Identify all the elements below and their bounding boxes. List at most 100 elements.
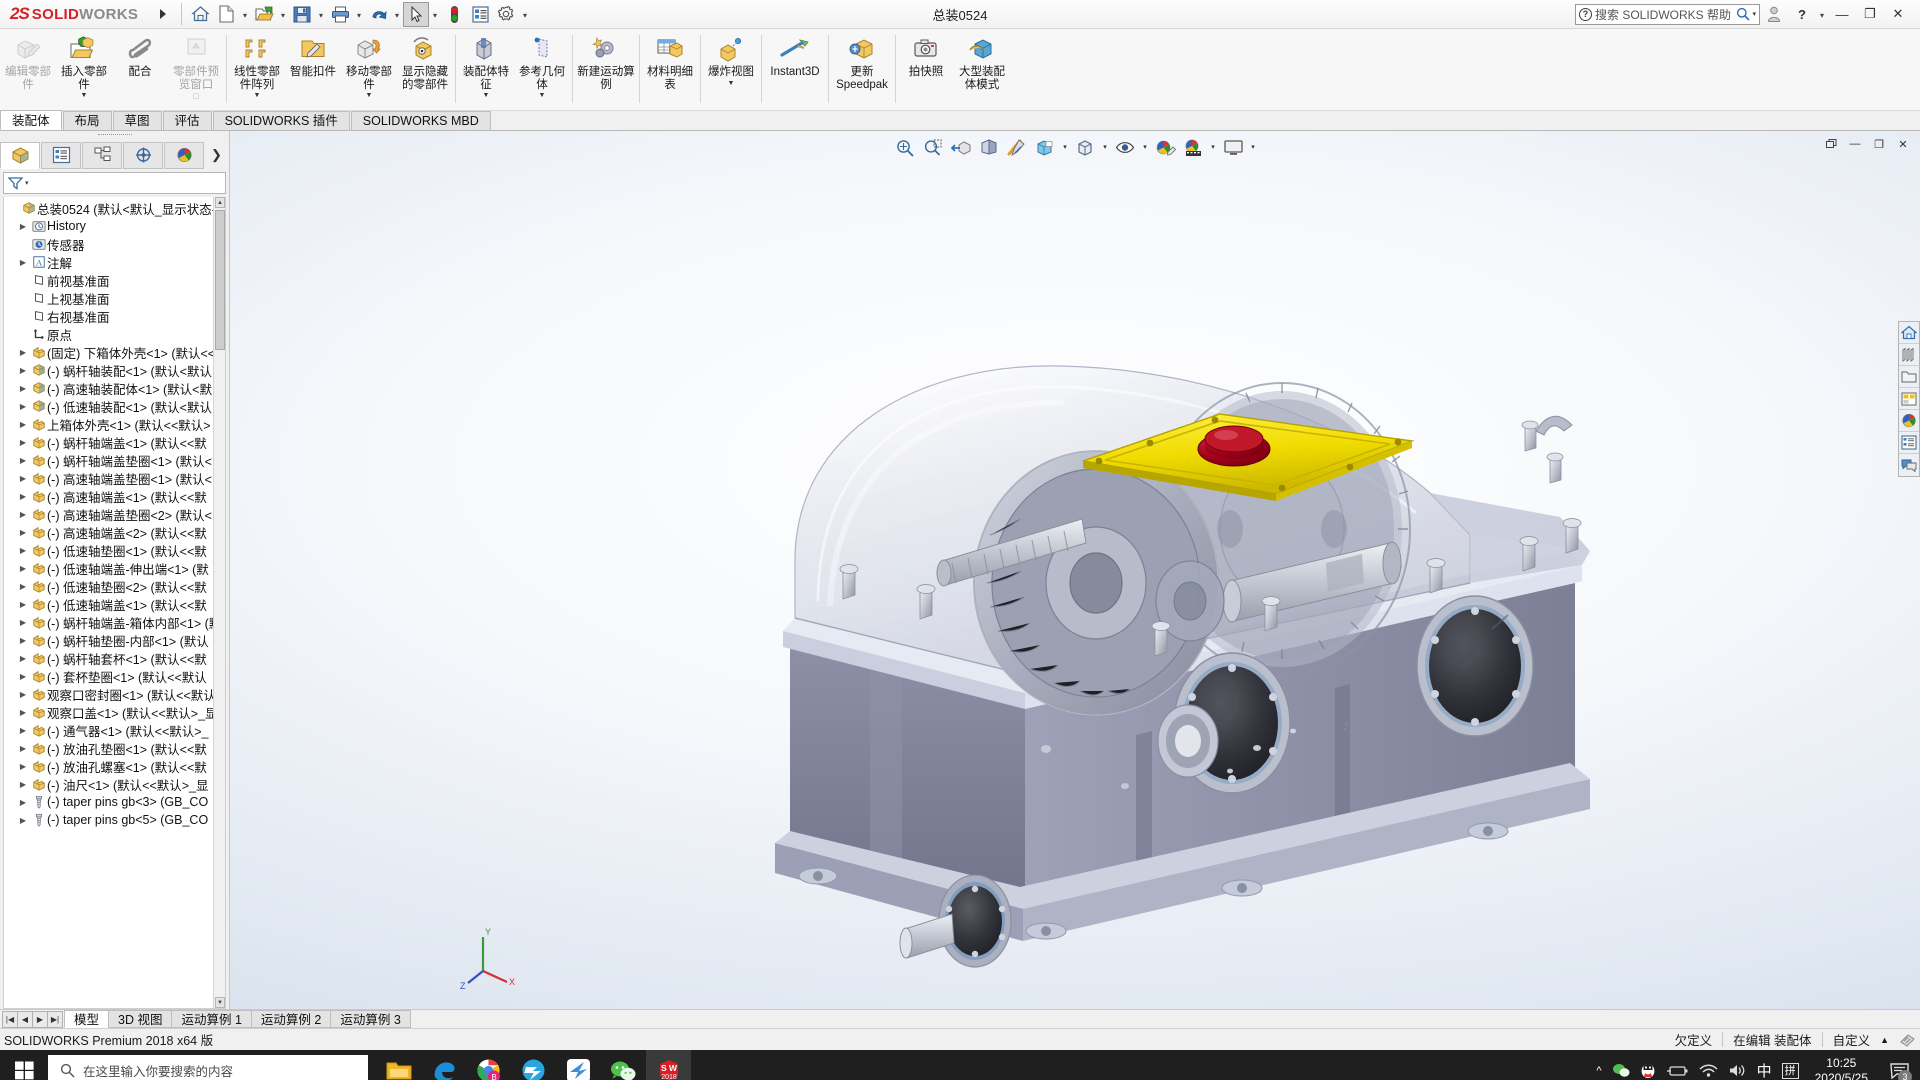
tree-item[interactable]: ▶ (固定) 下箱体外壳<1> (默认<<	[4, 343, 225, 361]
feature-tree[interactable]: 总装0524 (默认<默认_显示状态-1> ▶ History 传感器 ▶ A 注解 前视基准…	[3, 197, 226, 1009]
minimize-button[interactable]: —	[1828, 1, 1856, 27]
chrome-browser-icon[interactable]: B	[466, 1050, 511, 1080]
feature-manager-more-tabs[interactable]: ❯	[205, 147, 222, 163]
doc-minimize-button[interactable]: —	[1844, 134, 1866, 154]
gearbox-assembly-model[interactable]: Y X Z	[230, 131, 1920, 1009]
command-snapshot[interactable]: 拍快照	[898, 29, 954, 109]
tab-evaluate[interactable]: 评估	[162, 111, 212, 130]
ime-pinyin-icon[interactable]: 拼	[1781, 1062, 1799, 1079]
rebuild-icon[interactable]	[441, 2, 467, 27]
graphics-area[interactable]: ▾ ▾ ▾ ▾ ▾ — ❐ ✕ Y X Z	[230, 131, 1920, 1009]
help-icon[interactable]: ?	[1788, 1, 1816, 27]
command-dropdown-caret[interactable]: ▼	[366, 92, 373, 99]
new-document-dropdown[interactable]: ▾	[239, 2, 251, 27]
save-icon[interactable]	[289, 2, 315, 27]
gear-icon[interactable]	[493, 2, 519, 27]
tree-item[interactable]: ▶ 观察口密封圈<1> (默认<<默认	[4, 685, 225, 703]
tree-expand-arrow[interactable]: ▶	[16, 690, 30, 699]
search-dropdown-caret[interactable]: ▾	[1752, 10, 1756, 18]
tree-item[interactable]: ▶ (-) 低速轴垫圈<1> (默认<<默	[4, 541, 225, 559]
tree-expand-arrow[interactable]: ▶	[16, 726, 30, 735]
panel-splitter[interactable]	[0, 131, 229, 140]
select-dropdown[interactable]: ▾	[429, 2, 441, 27]
tree-item[interactable]: 原点	[4, 325, 225, 343]
tree-item[interactable]: ▶ (-) 低速轴垫圈<2> (默认<<默	[4, 577, 225, 595]
view-orientation-icon[interactable]	[1032, 135, 1058, 159]
start-button[interactable]	[0, 1050, 48, 1080]
open-document-dropdown[interactable]: ▾	[277, 2, 289, 27]
home-icon[interactable]	[187, 2, 213, 27]
command-dropdown-caret[interactable]: ▼	[483, 92, 490, 99]
restore-button[interactable]: ❐	[1856, 1, 1884, 27]
wifi-icon[interactable]	[1698, 1063, 1718, 1078]
tree-expand-arrow[interactable]: ▶	[16, 474, 30, 483]
feature-tree-filter[interactable]: ▾	[3, 172, 226, 194]
apply-scene-dropdown[interactable]: ▾	[1208, 143, 1218, 151]
zoom-to-area-icon[interactable]	[920, 135, 946, 159]
tree-expand-arrow[interactable]: ▶	[16, 222, 30, 231]
tree-item[interactable]: ▶ (-) 放油孔螺塞<1> (默认<<默	[4, 757, 225, 775]
tree-expand-arrow[interactable]: ▶	[16, 618, 30, 627]
custom-properties-icon[interactable]	[1899, 432, 1919, 454]
tree-expand-arrow[interactable]: ▶	[16, 654, 30, 663]
tree-item[interactable]: ▶ (-) 高速轴端盖垫圈<2> (默认<	[4, 505, 225, 523]
tree-item[interactable]: ▶ (-) 蜗杆轴装配<1> (默认<默认	[4, 361, 225, 379]
doctab-model[interactable]: 模型	[64, 1010, 110, 1028]
home-panel-icon[interactable]	[1899, 322, 1919, 344]
volume-icon[interactable]	[1728, 1063, 1747, 1078]
tab-layout[interactable]: 布局	[62, 111, 112, 130]
tree-expand-arrow[interactable]: ▶	[16, 744, 30, 753]
scroll-up-arrow[interactable]: ▲	[215, 197, 225, 208]
tree-item[interactable]: 前视基准面	[4, 271, 225, 289]
command-new-motion-study[interactable]: 新建运动算例	[575, 29, 637, 109]
close-button[interactable]: ✕	[1884, 1, 1912, 27]
command-bill-of-materials[interactable]: 材料明细表	[642, 29, 698, 109]
section-view-icon[interactable]	[976, 135, 1002, 159]
configuration-manager-tab[interactable]	[82, 141, 122, 169]
select-cursor-icon[interactable]	[403, 1, 429, 27]
gear-dropdown[interactable]: ▾	[519, 2, 531, 27]
edit-appearance-icon[interactable]	[1152, 135, 1178, 159]
view-palette-icon[interactable]	[1899, 388, 1919, 410]
tree-expand-arrow[interactable]: ▶	[16, 402, 30, 411]
tree-expand-arrow[interactable]: ▶	[16, 384, 30, 393]
save-dropdown[interactable]: ▾	[315, 2, 327, 27]
file-explorer-icon[interactable]	[1899, 366, 1919, 388]
command-insert-component[interactable]: 插入零部件 ▼	[56, 29, 112, 109]
tab-solidworks-addins[interactable]: SOLIDWORKS 插件	[212, 111, 350, 130]
status-resize-grip[interactable]	[1899, 1032, 1916, 1047]
status-custom-caret[interactable]: ▲	[1880, 1035, 1889, 1045]
print-dropdown[interactable]: ▾	[353, 2, 365, 27]
command-edit-component[interactable]: 编辑零部件	[0, 29, 56, 109]
command-assembly-features[interactable]: 装配体特征 ▼	[458, 29, 514, 109]
display-style-icon[interactable]	[1072, 135, 1098, 159]
search-icon[interactable]	[1736, 7, 1751, 21]
options-list-icon[interactable]	[467, 2, 493, 27]
tree-item[interactable]: ▶ (-) 高速轴端盖<2> (默认<<默	[4, 523, 225, 541]
doctab-motion-study-2[interactable]: 运动算例 2	[250, 1010, 332, 1028]
tree-expand-arrow[interactable]: ▶	[16, 672, 30, 681]
tree-item[interactable]: ▶ (-) 低速轴端盖<1> (默认<<默	[4, 595, 225, 613]
user-account-icon[interactable]	[1760, 1, 1788, 27]
hide-show-items-icon[interactable]	[1112, 135, 1138, 159]
tree-item[interactable]: 右视基准面	[4, 307, 225, 325]
status-custom-dropdown[interactable]: 自定义	[1833, 1030, 1871, 1049]
zoom-to-fit-icon[interactable]	[892, 135, 918, 159]
command-dropdown-caret[interactable]: ▼	[81, 92, 88, 99]
tab-solidworks-mbd[interactable]: SOLIDWORKS MBD	[350, 111, 491, 130]
previous-view-icon[interactable]	[948, 135, 974, 159]
tree-item[interactable]: ▶ (-) 低速轴装配<1> (默认<默认	[4, 397, 225, 415]
tree-expand-arrow[interactable]: ▶	[16, 438, 30, 447]
file-explorer-taskbar-icon[interactable]	[376, 1050, 421, 1080]
command-move-component[interactable]: 移动零部件 ▼	[341, 29, 397, 109]
tree-expand-arrow[interactable]: ▶	[16, 546, 30, 555]
tree-expand-arrow[interactable]: ▶	[16, 420, 30, 429]
taskbar-clock[interactable]: 10:25 2020/5/25	[1809, 1056, 1874, 1080]
tree-item[interactable]: ▶ A 注解	[4, 253, 225, 271]
command-instant3d[interactable]: Instant3D	[764, 29, 826, 109]
tree-item[interactable]: ▶ (-) 低速轴端盖-伸出端<1> (默	[4, 559, 225, 577]
qq-tray-icon[interactable]	[1640, 1062, 1656, 1079]
command-component-preview[interactable]: 零部件预览窗口 ▢	[168, 29, 224, 109]
taskbar-search-box[interactable]: 在这里输入你要搜索的内容	[48, 1054, 368, 1080]
tree-item[interactable]: 上视基准面	[4, 289, 225, 307]
